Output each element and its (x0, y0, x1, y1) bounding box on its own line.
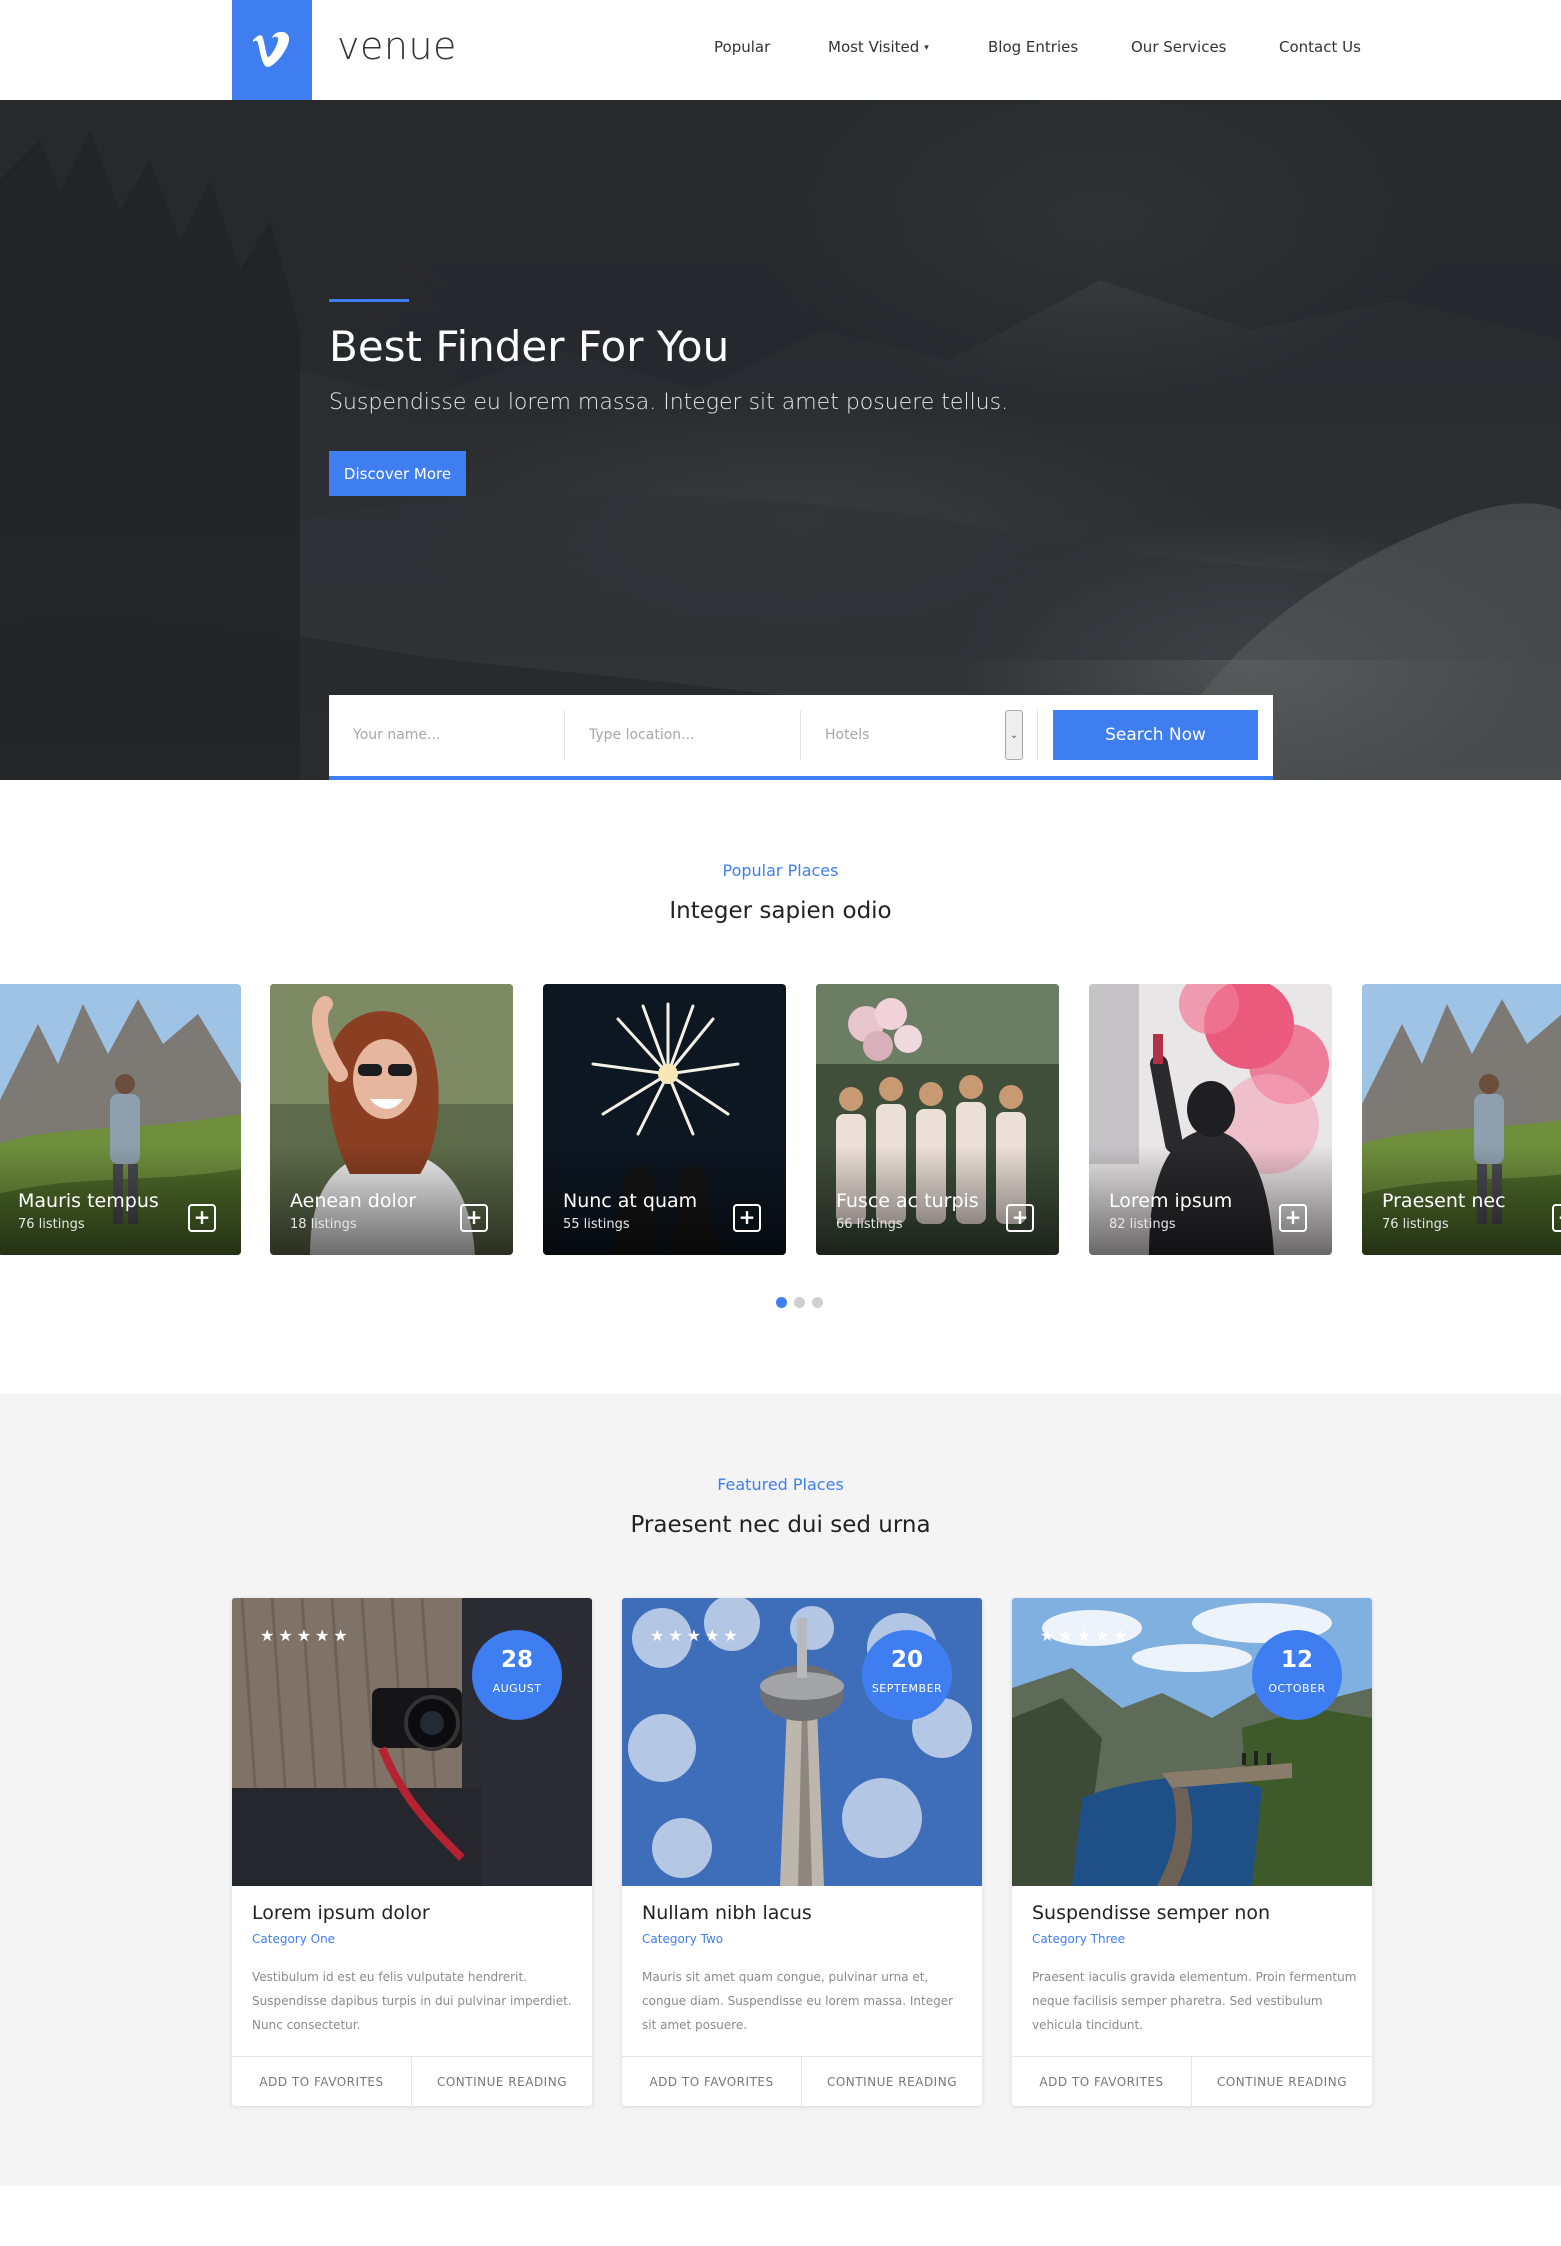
chevron-down-icon: ▾ (924, 43, 929, 53)
name-input[interactable]: Your name... (329, 710, 564, 760)
nav-item-label: Popular (714, 38, 771, 56)
place-count: 66 listings (836, 1217, 903, 1232)
card-actions: ADD TO FAVORITES CONTINUE READING (622, 2056, 982, 2106)
date-badge: 12 OCTOBER (1252, 1630, 1342, 1720)
featured-card-description: Mauris sit amet quam congue, pulvinar ur… (642, 1970, 954, 2032)
date-month: AUGUST (492, 1682, 542, 1695)
place-card[interactable]: Fusce ac turpis 66 listings + (816, 984, 1059, 1255)
nav-item-label: Blog Entries (988, 38, 1079, 56)
date-badge: 20 SEPTEMBER (862, 1630, 952, 1720)
nav-item-most-visited[interactable]: Most Visited ▾ (828, 38, 929, 56)
carousel-dot[interactable] (794, 1297, 805, 1308)
place-count: 76 listings (18, 1217, 85, 1232)
featured-card-description: Vestibulum id est eu felis vulputate hen… (252, 1970, 572, 2032)
divider (1037, 710, 1038, 760)
nav-item-our-services[interactable]: Our Services (1131, 38, 1227, 56)
hero-section: Best Finder For You Suspendisse eu lorem… (0, 100, 1561, 780)
nav-item-label: Contact Us (1279, 38, 1361, 56)
place-count: 82 listings (1109, 1217, 1176, 1232)
continue-reading-button[interactable]: CONTINUE READING (802, 2057, 982, 2106)
nav-item-blog-entries[interactable]: Blog Entries (988, 38, 1078, 56)
site-header: venue Popular Most Visited ▾ Blog Entries… (0, 0, 1561, 100)
plus-icon[interactable]: + (1552, 1204, 1561, 1232)
popular-title: Integer sapien odio (669, 898, 892, 924)
plus-icon[interactable]: + (1006, 1204, 1034, 1232)
search-bar: Your name... Type location... Hotels ⌄ S… (329, 695, 1273, 780)
place-card[interactable]: Mauris tempus 76 listings + (0, 984, 241, 1255)
nav-item-label: Our Services (1131, 38, 1227, 56)
featured-card-title[interactable]: Lorem ipsum dolor (252, 1902, 430, 1924)
place-card[interactable]: Nunc at quam 55 listings + (543, 984, 786, 1255)
place-card[interactable]: Lorem ipsum 82 listings + (1089, 984, 1332, 1255)
place-card[interactable]: Praesent nec 76 listings + (1362, 984, 1561, 1255)
chevron-down-icon[interactable]: ⌄ (1005, 710, 1023, 760)
category-select[interactable]: Hotels (801, 710, 1026, 760)
place-count: 76 listings (1382, 1217, 1449, 1232)
card-actions: ADD TO FAVORITES CONTINUE READING (232, 2056, 592, 2106)
hero-overlay (0, 100, 1561, 780)
featured-card-category[interactable]: Category Two (642, 1932, 723, 1946)
featured-card-category[interactable]: Category One (252, 1932, 335, 1946)
card-actions: ADD TO FAVORITES CONTINUE READING (1012, 2056, 1372, 2106)
place-name: Mauris tempus (18, 1190, 159, 1212)
search-now-button[interactable]: Search Now (1053, 710, 1258, 760)
nav-item-contact-us[interactable]: Contact Us (1279, 38, 1361, 56)
date-month: OCTOBER (1268, 1682, 1326, 1695)
featured-kicker: Featured Places (717, 1475, 844, 1494)
location-input[interactable]: Type location... (565, 710, 800, 760)
place-count: 55 listings (563, 1217, 630, 1232)
add-to-favorites-button[interactable]: ADD TO FAVORITES (1012, 2057, 1192, 2106)
plus-icon[interactable]: + (733, 1204, 761, 1232)
add-to-favorites-button[interactable]: ADD TO FAVORITES (232, 2057, 412, 2106)
continue-reading-button[interactable]: CONTINUE READING (412, 2057, 592, 2106)
featured-card-title[interactable]: Nullam nibh lacus (642, 1902, 812, 1924)
place-name: Fusce ac turpis (836, 1190, 979, 1212)
date-badge: 28 AUGUST (472, 1630, 562, 1720)
rating-stars-icon: ★★★★★ (260, 1626, 352, 1645)
popular-kicker: Popular Places (722, 861, 839, 880)
rating-stars-icon: ★★★★★ (650, 1626, 742, 1645)
carousel-dot[interactable] (776, 1297, 787, 1308)
place-name: Nunc at quam (563, 1190, 698, 1212)
nav-item-popular[interactable]: Popular (714, 38, 770, 56)
plus-icon[interactable]: + (1279, 1204, 1307, 1232)
featured-title: Praesent nec dui sed urna (630, 1512, 931, 1538)
plus-icon[interactable]: + (188, 1204, 216, 1232)
nav-item-label: Most Visited (828, 38, 920, 56)
continue-reading-button[interactable]: CONTINUE READING (1192, 2057, 1372, 2106)
featured-card-category[interactable]: Category Three (1032, 1932, 1125, 1946)
plus-icon[interactable]: + (460, 1204, 488, 1232)
featured-card-description: Praesent iaculis gravida elementum. Proi… (1032, 1970, 1357, 2032)
date-day: 28 (500, 1647, 533, 1673)
date-month: SEPTEMBER (871, 1682, 943, 1695)
add-to-favorites-button[interactable]: ADD TO FAVORITES (622, 2057, 802, 2106)
discover-more-button[interactable]: Discover More (329, 451, 466, 496)
hero-title: Best Finder For You (329, 322, 730, 371)
featured-card-title[interactable]: Suspendisse semper non (1032, 1902, 1270, 1924)
main-nav: Popular Most Visited ▾ Blog Entries Our S… (0, 38, 1561, 62)
rating-stars-icon: ★★★★★ (1040, 1626, 1132, 1645)
carousel-dot[interactable] (812, 1297, 823, 1308)
place-name: Praesent nec (1382, 1190, 1506, 1212)
featured-card[interactable]: ★★★★★ 28 AUGUST Lorem ipsum dolor Catego… (232, 1598, 592, 2106)
featured-card[interactable]: ★★★★★ 12 OCTOBER Suspendisse semper non … (1012, 1598, 1372, 2106)
place-name: Lorem ipsum (1109, 1190, 1233, 1212)
place-name: Aenean dolor (290, 1190, 417, 1212)
date-day: 20 (890, 1647, 923, 1673)
carousel-pagination (776, 1297, 836, 1309)
place-count: 18 listings (290, 1217, 357, 1232)
featured-card[interactable]: ★★★★★ 20 SEPTEMBER Nullam nibh lacus Cat… (622, 1598, 982, 2106)
place-card[interactable]: Aenean dolor 18 listings + (270, 984, 513, 1255)
date-day: 12 (1280, 1647, 1313, 1673)
hero-accent-line (329, 299, 409, 302)
hero-subtitle: Suspendisse eu lorem massa. Integer sit … (329, 390, 1009, 415)
